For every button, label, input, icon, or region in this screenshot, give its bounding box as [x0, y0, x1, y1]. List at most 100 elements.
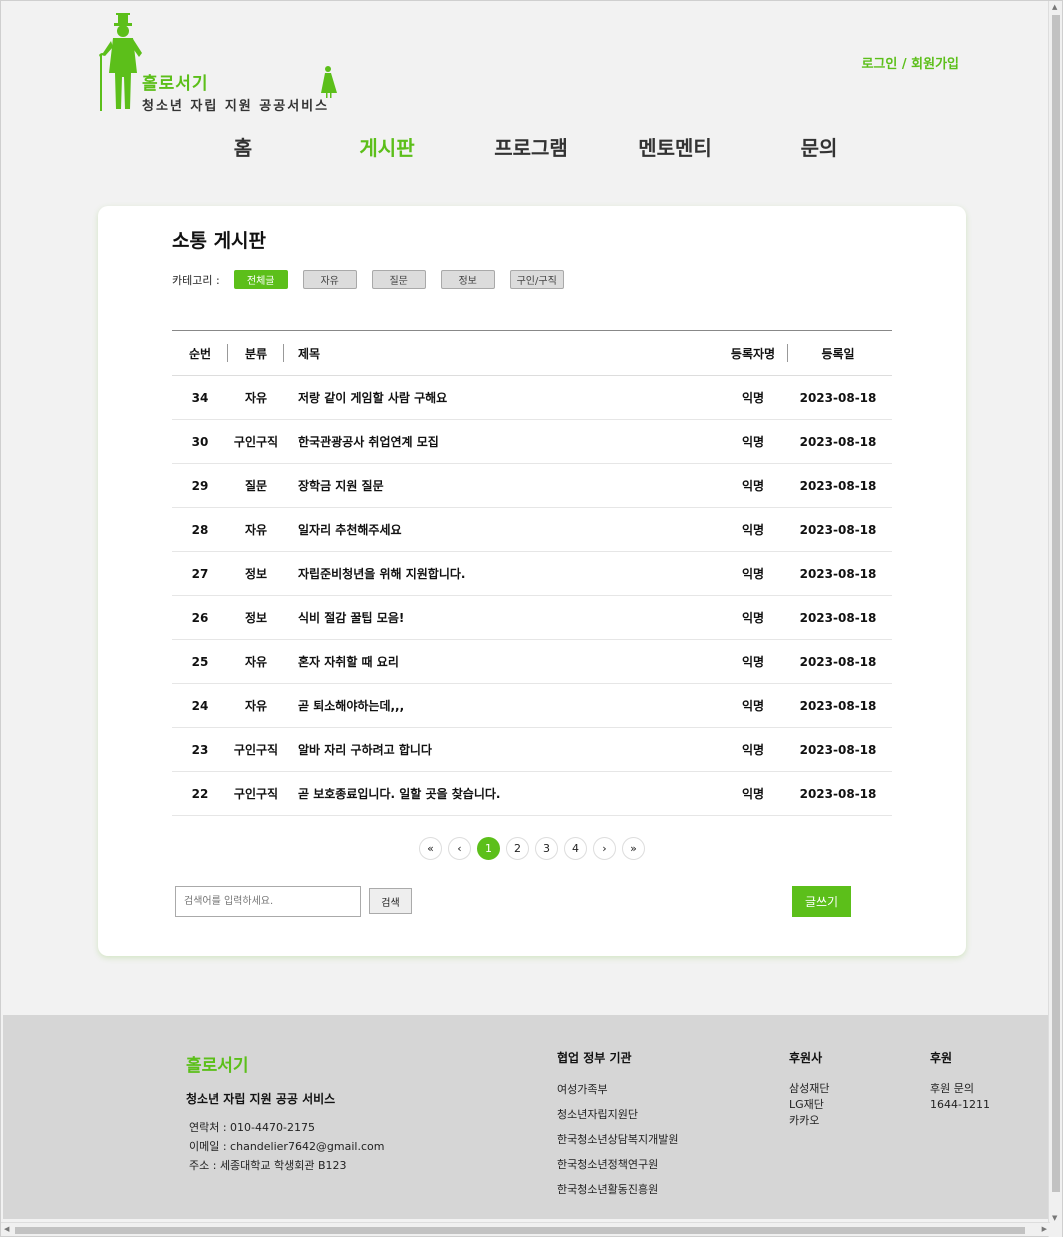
- first-page-button[interactable]: «: [419, 837, 442, 860]
- post-category: 정보: [244, 611, 268, 625]
- vertical-scrollbar[interactable]: ▲ ▼: [1048, 1, 1062, 1237]
- gov-agency-link[interactable]: 여성가족부: [557, 1081, 678, 1098]
- post-number: 25: [191, 654, 209, 669]
- page-title: 소통 게시판: [172, 230, 267, 252]
- table-row[interactable]: 34 자유 저랑 같이 게임할 사람 구해요 익명 2023-08-18: [172, 376, 892, 420]
- post-date: 2023-08-18: [799, 566, 877, 581]
- write-post-button[interactable]: 글쓰기: [792, 886, 851, 917]
- scroll-right-icon[interactable]: ▶: [1042, 1225, 1047, 1233]
- post-number: 34: [191, 390, 209, 405]
- post-author: 익명: [741, 787, 765, 801]
- contact-phone: 연락처 : 010-4470-2175: [189, 1121, 315, 1134]
- scroll-left-icon[interactable]: ◀: [4, 1225, 9, 1233]
- post-date: 2023-08-18: [799, 610, 877, 625]
- post-title-link[interactable]: 한국관광공사 취업연계 모집: [298, 420, 718, 463]
- scroll-down-icon[interactable]: ▼: [1052, 1214, 1057, 1222]
- post-date: 2023-08-18: [799, 478, 877, 493]
- post-author: 익명: [741, 391, 765, 405]
- table-header: 순번 분류 제목 등록자명 등록일: [172, 330, 892, 376]
- page-frame: 홀로서기 청소년 자립 지원 공공서비스 로그인 / 회원가입 홈 게시판 프로…: [0, 0, 1063, 1237]
- board-card: 소통 게시판 카테고리 : 전체글 자유 질문 정보 구인/구직 순번 분류 제…: [98, 206, 966, 956]
- column-header-no: 순번: [188, 346, 212, 361]
- post-author: 익명: [741, 611, 765, 625]
- post-author: 익명: [741, 567, 765, 581]
- contact-address: 주소 : 세종대학교 학생회관 B123: [189, 1159, 347, 1172]
- post-title-link[interactable]: 곧 퇴소해야하는데,,,: [298, 684, 718, 727]
- next-page-button[interactable]: ›: [593, 837, 616, 860]
- post-title-link[interactable]: 장학금 지원 질문: [298, 464, 718, 507]
- category-button-all[interactable]: 전체글: [233, 270, 288, 289]
- scroll-up-icon[interactable]: ▲: [1052, 3, 1057, 11]
- page-button-4[interactable]: 4: [564, 837, 587, 860]
- gov-agencies-title: 협업 정부 기관: [557, 1051, 632, 1065]
- gov-agency-link[interactable]: 청소년자립지원단: [557, 1106, 678, 1123]
- gov-agency-link[interactable]: 한국청소년정책연구원: [557, 1156, 678, 1173]
- column-divider: [283, 344, 284, 362]
- horizontal-scroll-thumb[interactable]: [15, 1227, 1025, 1234]
- search-input[interactable]: [175, 886, 361, 917]
- post-title-link[interactable]: 식비 절감 꿀팁 모음!: [298, 596, 718, 639]
- table-row[interactable]: 23 구인구직 알바 자리 구하려고 합니다 익명 2023-08-18: [172, 728, 892, 772]
- post-category: 정보: [244, 567, 268, 581]
- category-button-jobs[interactable]: 구인/구직: [509, 270, 564, 289]
- post-number: 26: [191, 610, 209, 625]
- post-title-link[interactable]: 혼자 자취할 때 요리: [298, 640, 718, 683]
- gov-agency-link[interactable]: 한국청소년활동진흥원: [557, 1181, 678, 1198]
- nav-item-board[interactable]: 게시판: [315, 133, 459, 167]
- post-number: 22: [191, 786, 209, 801]
- site-logo[interactable]: 홀로서기 청소년 자립 지원 공공서비스: [97, 11, 347, 115]
- post-title-link[interactable]: 자립준비청년을 위해 지원합니다.: [298, 552, 718, 595]
- table-row[interactable]: 24 자유 곧 퇴소해야하는데,,, 익명 2023-08-18: [172, 684, 892, 728]
- post-title-link[interactable]: 일자리 추천해주세요: [298, 508, 718, 551]
- table-row[interactable]: 30 구인구직 한국관광공사 취업연계 모집 익명 2023-08-18: [172, 420, 892, 464]
- post-table: 순번 분류 제목 등록자명 등록일 34 자유 저랑 같이 게임할 사람 구해요…: [172, 330, 892, 816]
- table-row[interactable]: 27 정보 자립준비청년을 위해 지원합니다. 익명 2023-08-18: [172, 552, 892, 596]
- category-filter: 카테고리 : 전체글 자유 질문 정보 구인/구직: [172, 270, 579, 289]
- table-row[interactable]: 25 자유 혼자 자취할 때 요리 익명 2023-08-18: [172, 640, 892, 684]
- category-button-free[interactable]: 자유: [302, 270, 357, 289]
- page-button-3[interactable]: 3: [535, 837, 558, 860]
- post-title-link[interactable]: 곧 보호종료입니다. 일할 곳을 찾습니다.: [298, 772, 718, 815]
- nav-item-home[interactable]: 홈: [171, 133, 315, 167]
- post-author: 익명: [741, 743, 765, 757]
- table-row[interactable]: 22 구인구직 곧 보호종료입니다. 일할 곳을 찾습니다. 익명 2023-0…: [172, 772, 892, 816]
- post-date: 2023-08-18: [799, 654, 877, 669]
- category-button-info[interactable]: 정보: [440, 270, 495, 289]
- nav-item-mentoring[interactable]: 멘토멘티: [603, 133, 747, 167]
- category-button-question[interactable]: 질문: [371, 270, 426, 289]
- prev-page-button[interactable]: ‹: [448, 837, 471, 860]
- search-button[interactable]: 검색: [369, 888, 412, 914]
- post-category: 구인구직: [233, 743, 279, 757]
- post-title-link[interactable]: 저랑 같이 게임할 사람 구해요: [298, 376, 718, 419]
- post-author: 익명: [741, 435, 765, 449]
- login-signup-link[interactable]: 로그인 / 회원가입: [861, 53, 959, 72]
- footer-donate: 후원 후원 문의 1644-1211: [930, 1049, 990, 1113]
- gov-agency-link[interactable]: 한국청소년상담복지개발원: [557, 1131, 678, 1148]
- table-row[interactable]: 26 정보 식비 절감 꿀팁 모음! 익명 2023-08-18: [172, 596, 892, 640]
- horizontal-scrollbar[interactable]: ◀ ▶: [1, 1222, 1050, 1236]
- table-row[interactable]: 29 질문 장학금 지원 질문 익명 2023-08-18: [172, 464, 892, 508]
- nav-item-program[interactable]: 프로그램: [459, 133, 603, 167]
- sponsor-item: 삼성재단: [789, 1082, 830, 1095]
- post-title-link[interactable]: 알바 자리 구하려고 합니다: [298, 728, 718, 771]
- post-date: 2023-08-18: [799, 390, 877, 405]
- logo-subtitle: 청소년 자립 지원 공공서비스: [142, 99, 330, 114]
- table-row[interactable]: 28 자유 일자리 추천해주세요 익명 2023-08-18: [172, 508, 892, 552]
- logo-title: 홀로서기: [142, 74, 209, 94]
- column-header-category: 분류: [244, 346, 268, 361]
- post-date: 2023-08-18: [799, 698, 877, 713]
- nav-item-inquiry[interactable]: 문의: [747, 133, 891, 167]
- vertical-scroll-thumb[interactable]: [1052, 15, 1060, 1192]
- page-button-2[interactable]: 2: [506, 837, 529, 860]
- footer-gov-agencies: 협업 정부 기관 여성가족부 청소년자립지원단 한국청소년상담복지개발원 한국청…: [557, 1049, 678, 1206]
- post-author: 익명: [741, 655, 765, 669]
- last-page-button[interactable]: »: [622, 837, 645, 860]
- post-category: 자유: [244, 655, 268, 669]
- page-button-1[interactable]: 1: [477, 837, 500, 860]
- main-nav: 홈 게시판 프로그램 멘토멘티 문의: [171, 133, 891, 167]
- post-category: 자유: [244, 699, 268, 713]
- category-label: 카테고리 :: [172, 273, 220, 287]
- contact-email: 이메일 : chandelier7642@gmail.com: [189, 1140, 385, 1153]
- footer-sponsors: 후원사 삼성재단 LG재단 카카오: [789, 1049, 829, 1129]
- post-date: 2023-08-18: [799, 742, 877, 757]
